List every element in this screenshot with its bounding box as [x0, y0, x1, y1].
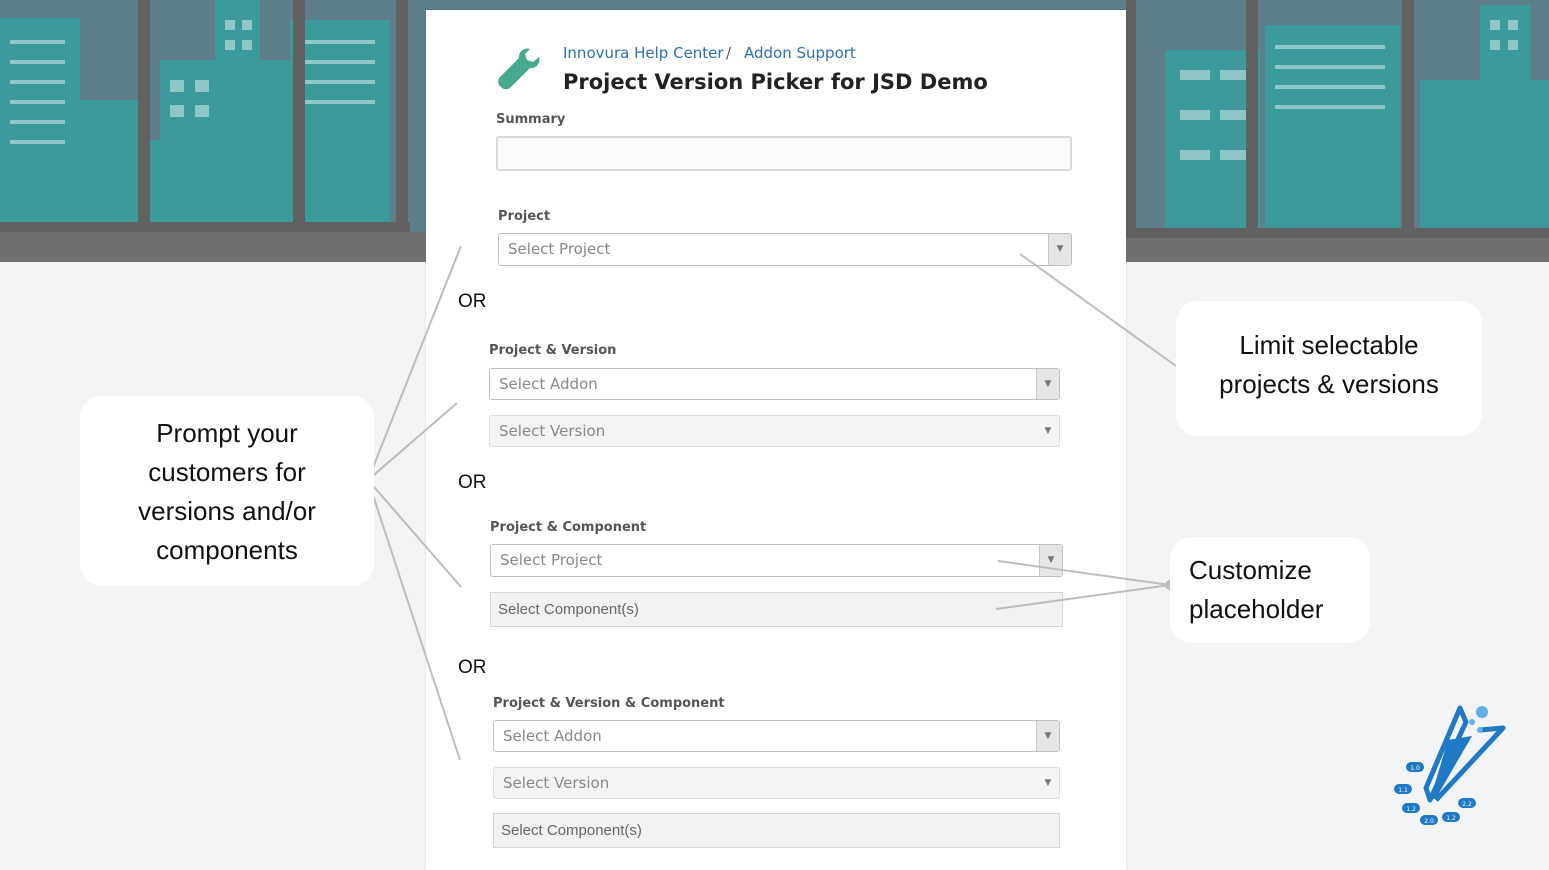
logo-badge-text: 1.0	[1410, 765, 1420, 772]
logo-badge-text: 1.2	[1446, 815, 1456, 822]
or-divider: OR	[458, 472, 487, 493]
logo-badge-text: 2.0	[1424, 818, 1434, 825]
logo-badge-text: 1.1	[1398, 787, 1408, 794]
project-select[interactable]: Select Project ▼	[498, 233, 1072, 266]
callout-line: placeholder	[1189, 594, 1324, 624]
addon-select[interactable]: Select Addon ▼	[489, 368, 1060, 400]
chevron-down-icon[interactable]: ▼	[1037, 768, 1059, 798]
project-component-label: Project & Component	[490, 520, 647, 535]
addon-select-placeholder: Select Addon	[499, 375, 598, 393]
component-project-select-placeholder: Select Project	[500, 551, 603, 569]
version-select-placeholder: Select Version	[499, 422, 606, 440]
callout-line: projects & versions	[1219, 369, 1439, 399]
or-divider: OR	[458, 657, 487, 678]
or-divider: OR	[458, 291, 487, 312]
component-project-select[interactable]: Select Project ▼	[490, 544, 1063, 577]
callout-line: Customize	[1189, 555, 1312, 585]
project-label: Project	[498, 209, 551, 224]
chevron-down-icon[interactable]: ▼	[1037, 416, 1059, 446]
summary-input[interactable]	[496, 136, 1072, 171]
component-multiselect[interactable]: Select Component(s)	[490, 592, 1063, 627]
pvc-addon-select[interactable]: Select Addon ▼	[493, 720, 1060, 752]
callout-line: Limit selectable	[1239, 330, 1419, 360]
callout-line: customers for	[148, 457, 306, 487]
callout-line: components	[156, 535, 298, 565]
pvc-component-multiselect[interactable]: Select Component(s)	[493, 813, 1060, 848]
pen-version-logo: 1.0 1.1 1.2 2.0 1.2 2.2	[1394, 705, 1506, 825]
chevron-down-icon[interactable]: ▼	[1048, 234, 1071, 265]
project-version-label: Project & Version	[489, 343, 617, 358]
chevron-down-icon[interactable]: ▼	[1036, 721, 1059, 751]
callout-limit-selectable: Limit selectable projects & versions	[1176, 301, 1482, 436]
wrench-icon	[498, 48, 540, 90]
breadcrumb-help-center-link[interactable]: Innovura Help Center	[563, 44, 724, 62]
callout-prompt-customers: Prompt your customers for versions and/o…	[80, 396, 374, 586]
page-title: Project Version Picker for JSD Demo	[563, 70, 988, 94]
breadcrumb-separator: /	[726, 44, 732, 62]
callout-customize-placeholder: Customize placeholder	[1170, 537, 1370, 643]
pvc-version-select-placeholder: Select Version	[503, 774, 610, 792]
chevron-down-icon[interactable]: ▼	[1039, 545, 1062, 576]
chevron-down-icon[interactable]: ▼	[1036, 369, 1059, 399]
callout-line: versions and/or	[138, 496, 316, 526]
pvc-addon-select-placeholder: Select Addon	[503, 727, 602, 745]
project-version-component-label: Project & Version & Component	[493, 696, 725, 711]
callout-line: Prompt your	[156, 418, 298, 448]
breadcrumb-addon-support-link[interactable]: Addon Support	[744, 44, 856, 62]
logo-badge-text: 1.2	[1406, 806, 1416, 813]
version-select[interactable]: Select Version ▼	[489, 415, 1060, 447]
logo-badge-text: 2.2	[1462, 801, 1472, 808]
pvc-version-select[interactable]: Select Version ▼	[493, 767, 1060, 799]
summary-label: Summary	[496, 112, 566, 127]
project-select-placeholder: Select Project	[508, 240, 611, 258]
